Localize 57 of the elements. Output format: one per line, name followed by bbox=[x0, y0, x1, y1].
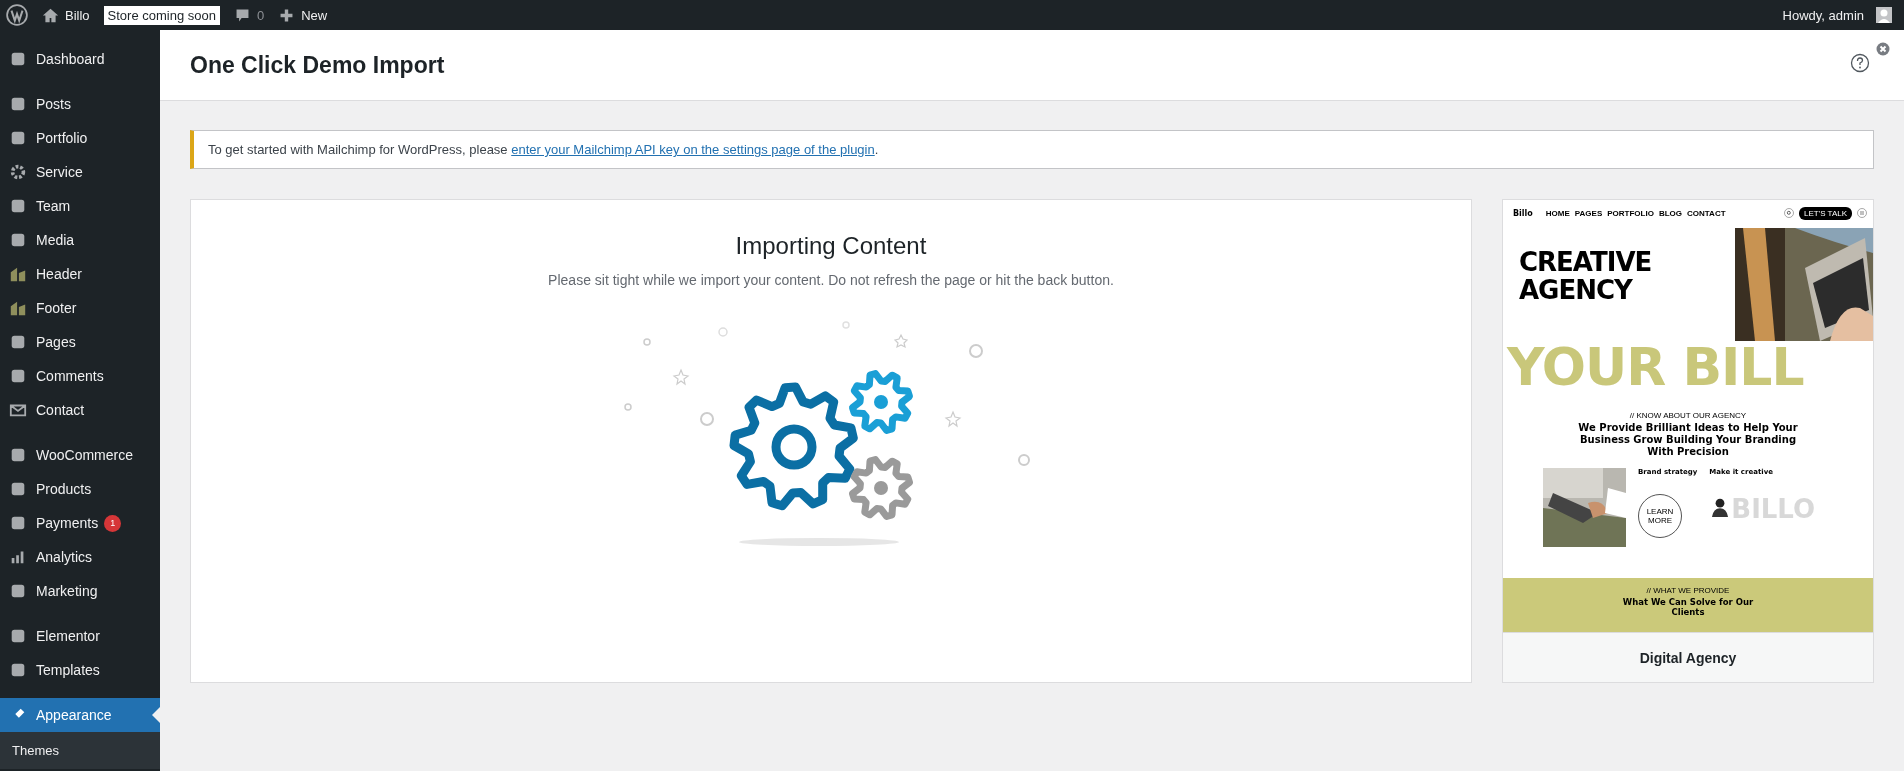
nav-link: BLOG bbox=[1658, 208, 1683, 218]
band-heading: What We Can Solve for Our Clients bbox=[1621, 597, 1755, 617]
sidebar-item[interactable]: Contact bbox=[0, 393, 160, 427]
sidebar-item[interactable]: Pages bbox=[0, 325, 160, 359]
demo-name: Digital Agency bbox=[1503, 632, 1873, 682]
nav-link: PORTFOLIO bbox=[1607, 208, 1654, 218]
section-kicker: // KNOW ABOUT OUR AGENCY bbox=[1628, 411, 1748, 420]
sidebar-item[interactable]: Comments bbox=[0, 359, 160, 393]
current-indicator bbox=[152, 707, 160, 723]
sidebar-item[interactable]: Products bbox=[0, 472, 160, 506]
account-link[interactable]: Howdy, admin bbox=[1782, 7, 1892, 23]
gear-icon bbox=[9, 163, 27, 181]
comments-link[interactable]: 0 bbox=[234, 6, 265, 24]
notice-text: To get started with Mailchimp for WordPress, please enter your Mailchimp API key on the settings page of the plugin. bbox=[208, 142, 880, 157]
nav-link: HOME bbox=[1545, 208, 1570, 218]
sidebar-item[interactable]: Payments 1 bbox=[0, 506, 160, 540]
sidebar-item[interactable]: Team bbox=[0, 189, 160, 223]
import-title: Importing Content bbox=[735, 232, 927, 260]
site-link[interactable]: Billo bbox=[42, 6, 90, 24]
sidebar-item[interactable]: Service bbox=[0, 155, 160, 189]
menu-icon bbox=[1857, 208, 1867, 218]
hero-heading: AGENCY bbox=[1519, 276, 1634, 304]
band-kicker: // WHAT WE PROVIDE bbox=[1646, 586, 1730, 595]
sidebar-item[interactable]: Templates bbox=[0, 653, 160, 687]
hero-heading: CREATIVE bbox=[1519, 248, 1652, 276]
sidebar-item[interactable]: Footer bbox=[0, 291, 160, 325]
sidebar-item[interactable]: WooCommerce bbox=[0, 438, 160, 472]
home-icon bbox=[42, 6, 59, 24]
new-link[interactable]: New bbox=[278, 6, 328, 24]
sidebar-item[interactable]: Marketing bbox=[0, 574, 160, 608]
sidebar-item[interactable]: Posts bbox=[0, 87, 160, 121]
import-message: Please sit tight while we import your content. Do not refresh the page or hit the back button. bbox=[548, 272, 1114, 288]
sidebar-item[interactable]: Appearance bbox=[0, 698, 160, 732]
marquee-text: YOUR BILL bbox=[1505, 341, 1805, 393]
site-logo: Billo bbox=[1513, 208, 1533, 218]
settings-link[interactable]: enter your Mailchimp API key on the settings page of the plugin bbox=[511, 142, 875, 157]
section-heading: We Provide Brilliant Ideas to Help Your Business Grow Building Your Branding With Precision bbox=[1577, 421, 1799, 458]
close-icon[interactable] bbox=[1876, 42, 1890, 56]
search-icon bbox=[1783, 208, 1794, 218]
count-badge: 1 bbox=[104, 514, 122, 532]
wordpress-logo-icon[interactable] bbox=[6, 4, 28, 26]
store-status-badge[interactable]: Store coming soon bbox=[103, 5, 220, 25]
avatar-icon bbox=[1876, 7, 1892, 23]
page-title: One Click Demo Import bbox=[190, 51, 445, 79]
sidebar-item[interactable]: Analytics bbox=[0, 540, 160, 574]
sidebar-item[interactable]: Dashboard bbox=[0, 42, 160, 76]
demo-card[interactable] bbox=[1502, 199, 1874, 683]
cta-button: LET'S TALK bbox=[1798, 206, 1852, 220]
block-icon bbox=[9, 299, 27, 317]
help-icon[interactable] bbox=[1850, 53, 1870, 73]
nav-link: CONTACT bbox=[1687, 208, 1726, 218]
block-icon bbox=[9, 265, 27, 283]
nav-link: PAGES bbox=[1574, 208, 1603, 218]
sidebar-item[interactable]: Portfolio bbox=[0, 121, 160, 155]
sidebar-item[interactable]: Header bbox=[0, 257, 160, 291]
sidebar-item[interactable]: Elementor bbox=[0, 619, 160, 653]
sidebar-item[interactable]: Media bbox=[0, 223, 160, 257]
